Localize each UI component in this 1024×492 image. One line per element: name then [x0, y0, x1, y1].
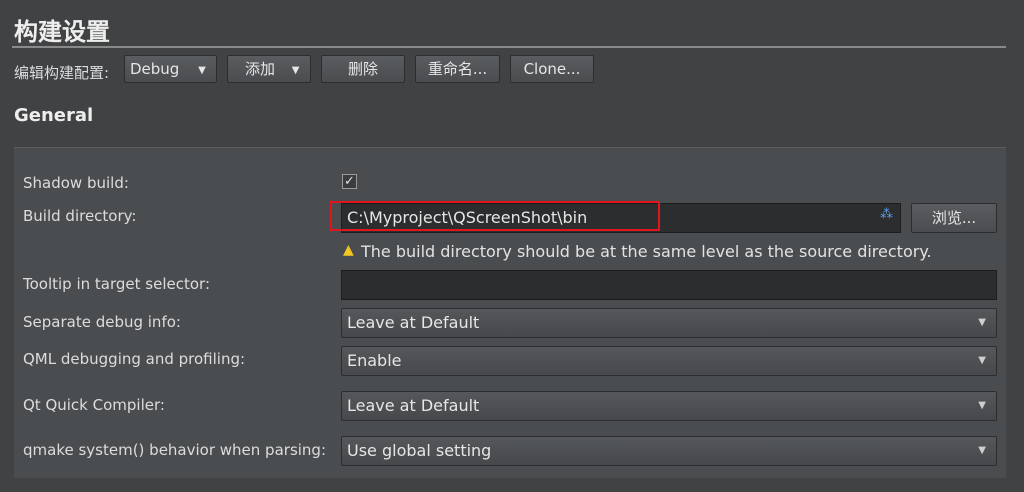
qmake-system-label: qmake system() behavior when parsing:	[23, 441, 327, 459]
warning-icon: ▲	[343, 242, 354, 258]
add-button[interactable]: 添加 ▼	[227, 55, 311, 83]
chevron-down-icon: ▼	[198, 65, 206, 76]
delete-button[interactable]: 删除	[321, 55, 405, 83]
qt-quick-compiler-select[interactable]: Leave at Default ▼	[341, 391, 997, 421]
browse-button[interactable]: 浏览...	[911, 203, 997, 233]
clone-button[interactable]: Clone...	[510, 55, 594, 83]
config-select-value: Debug	[130, 60, 180, 78]
separate-debug-select[interactable]: Leave at Default ▼	[341, 308, 997, 338]
chevron-down-icon: ▼	[978, 355, 986, 366]
highlight-box	[330, 201, 660, 231]
chevron-down-icon: ▼	[978, 445, 986, 456]
config-select[interactable]: Debug ▼	[124, 55, 217, 83]
add-button-label: 添加	[245, 60, 276, 78]
edit-config-label: 编辑构建配置:	[14, 64, 110, 82]
build-directory-warning: The build directory should be at the sam…	[361, 242, 932, 261]
qml-debugging-select[interactable]: Enable ▼	[341, 346, 997, 376]
qt-quick-compiler-label: Qt Quick Compiler:	[23, 396, 165, 414]
chevron-down-icon: ▼	[291, 65, 300, 76]
chevron-down-icon: ▼	[978, 400, 986, 411]
chevron-down-icon: ▼	[978, 317, 986, 328]
separate-debug-label: Separate debug info:	[23, 313, 181, 331]
qmake-system-select[interactable]: Use global setting ▼	[341, 436, 997, 466]
qt-quick-compiler-value: Leave at Default	[347, 396, 480, 415]
tooltip-label: Tooltip in target selector:	[23, 275, 210, 293]
qml-debugging-label: QML debugging and profiling:	[23, 350, 246, 368]
title-divider	[12, 46, 1006, 48]
build-directory-label: Build directory:	[23, 207, 137, 225]
rename-button[interactable]: 重命名...	[415, 55, 500, 83]
shadow-build-label: Shadow build:	[23, 174, 129, 192]
shadow-build-checkbox[interactable]: ✓	[342, 174, 357, 189]
tooltip-input[interactable]	[341, 270, 997, 300]
page-title: 构建设置	[14, 18, 110, 46]
section-general-title: General	[14, 105, 94, 126]
separate-debug-value: Leave at Default	[347, 313, 480, 332]
variables-icon[interactable]: ⁂	[880, 207, 893, 222]
qml-debugging-value: Enable	[347, 351, 402, 370]
qmake-system-value: Use global setting	[347, 441, 492, 460]
